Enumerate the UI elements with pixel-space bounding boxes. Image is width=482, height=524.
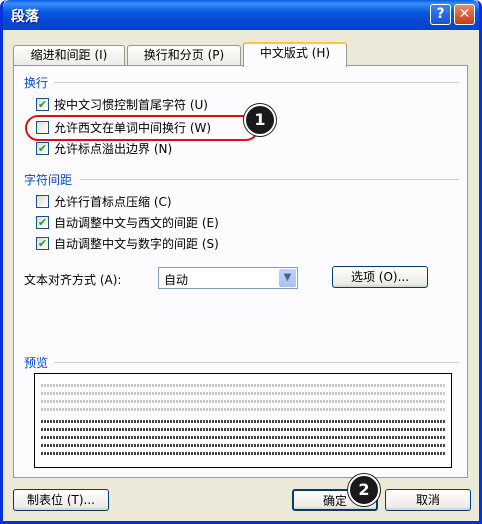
option-compress-leading-punct[interactable]: 允许行首标点压缩 (C) (36, 193, 172, 209)
help-button[interactable]: ? (430, 4, 451, 25)
preview-group-title: 预览 (24, 356, 49, 370)
char-spacing-group-title: 字符间距 (24, 173, 73, 187)
chevron-down-icon[interactable]: ▼ (279, 269, 296, 287)
preview-line (41, 428, 445, 431)
preview-line (41, 408, 445, 411)
tab-panel: 换行 ✔ 按中文习惯控制首尾字符 (U) 允许西文在单词中间换行 (W) ✔ 允… (13, 65, 468, 478)
tab-line-page-breaks[interactable]: 换行和分页 (P) (127, 45, 241, 65)
preview-area (34, 373, 452, 468)
check-icon: ✔ (37, 97, 48, 111)
close-icon: ✕ (458, 6, 471, 22)
check-icon: ✔ (37, 141, 48, 155)
group-divider (54, 362, 459, 363)
check-icon: ✔ (37, 215, 48, 229)
tab-indent-spacing[interactable]: 缩进和间距 (I) (13, 45, 125, 65)
checkbox[interactable]: ✔ (36, 236, 49, 250)
option-punctuation-overflow[interactable]: ✔ 允许标点溢出边界 (N) (36, 140, 172, 156)
preview-line (41, 452, 445, 455)
checkbox[interactable]: ✔ (36, 215, 49, 229)
highlight-oval (25, 115, 259, 141)
annotation-badge-2: 2 (348, 474, 380, 506)
options-button[interactable]: 选项 (O)... (332, 266, 428, 288)
preview-line (41, 436, 445, 439)
title-bar[interactable]: 段落 ? ✕ (3, 0, 479, 30)
checkbox[interactable]: ✔ (36, 141, 49, 155)
group-divider (54, 82, 459, 83)
window-title: 段落 (11, 9, 39, 25)
line-break-group-title: 换行 (24, 76, 49, 90)
text-alignment-label: 文本对齐方式 (A): (24, 273, 122, 287)
tab-asian-typography[interactable]: 中文版式 (H) (243, 42, 347, 67)
help-icon: ? (436, 6, 445, 22)
option-first-last-char[interactable]: ✔ 按中文习惯控制首尾字符 (U) (36, 96, 208, 112)
annotation-badge-1: 1 (244, 104, 276, 136)
preview-line (41, 444, 445, 447)
paragraph-dialog: 段落 ? ✕ 缩进和间距 (I) 换行和分页 (P) 中文版式 (H) 换行 ✔… (0, 0, 482, 524)
preview-line (41, 384, 445, 387)
cancel-button[interactable]: 取消 (385, 489, 471, 511)
preview-line (41, 400, 445, 403)
close-button[interactable]: ✕ (454, 4, 475, 25)
checkbox[interactable]: ✔ (36, 97, 49, 111)
option-space-cjk-number[interactable]: ✔ 自动调整中文与数字的间距 (S) (36, 235, 219, 251)
checkbox[interactable] (36, 194, 49, 208)
preview-line (41, 420, 445, 423)
preview-line (41, 392, 445, 395)
check-icon: ✔ (37, 236, 48, 250)
group-divider (80, 179, 459, 180)
text-alignment-select[interactable]: 自动 ▼ (158, 267, 298, 289)
tabstops-button[interactable]: 制表位 (T)... (13, 489, 109, 511)
option-space-cjk-latin[interactable]: ✔ 自动调整中文与西文的间距 (E) (36, 214, 219, 230)
